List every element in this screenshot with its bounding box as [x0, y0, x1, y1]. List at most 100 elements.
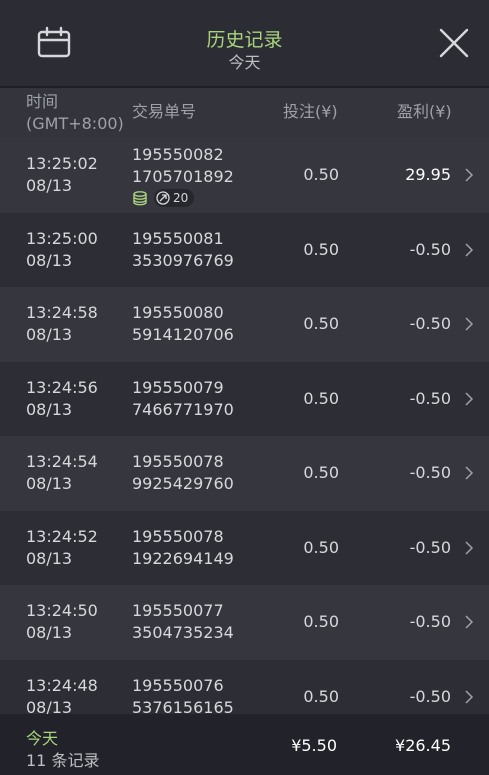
table-row[interactable]: 13:24:56 08/13 195550079 7466771970 0.50…	[0, 361, 489, 436]
row-id-line1: 195550077	[132, 601, 224, 620]
multiplier-icon	[156, 191, 170, 205]
row-bet: 0.50	[303, 165, 339, 184]
row-time: 13:25:00	[26, 228, 98, 248]
row-datetime: 13:24:58 08/13	[26, 302, 98, 346]
multiplier-badge: 20	[154, 189, 195, 207]
row-transaction-id: 195550076 5376156165	[132, 675, 234, 715]
row-id-line2: 5914120706	[132, 325, 234, 344]
row-datetime: 13:24:54 08/13	[26, 451, 98, 495]
row-date: 08/13	[26, 697, 73, 715]
row-profit: 29.95	[405, 165, 451, 184]
page-title: 历史记录	[206, 29, 283, 51]
row-transaction-id: 195550081 3530976769	[132, 228, 234, 272]
page-subtitle: 今天	[228, 53, 261, 72]
row-transaction-id: 195550078 9925429760	[132, 451, 234, 495]
row-datetime: 13:24:50 08/13	[26, 600, 98, 644]
row-profit: -0.50	[409, 612, 451, 631]
footer-profit-total: ¥26.45	[395, 736, 451, 755]
row-profit: -0.50	[409, 537, 451, 557]
row-id-line1: 195550082	[132, 145, 224, 164]
row-time: 13:24:58	[26, 303, 98, 322]
header-bar: 历史记录 今天	[0, 0, 489, 86]
chevron-right-icon	[465, 242, 474, 257]
row-bet: 0.50	[303, 239, 339, 259]
column-id: 交易单号	[132, 102, 197, 121]
row-id-line1: 195550078	[132, 452, 224, 471]
row-profit: -0.50	[409, 239, 451, 259]
row-time: 13:25:02	[26, 154, 98, 173]
table-row[interactable]: 13:24:52 08/13 195550078 1922694149 0.50…	[0, 510, 489, 585]
row-datetime: 13:24:56 08/13	[26, 377, 98, 421]
column-time-label: 时间	[26, 92, 59, 111]
row-id-line1: 195550079	[132, 377, 224, 397]
row-bet: 0.50	[303, 537, 339, 557]
column-header-row: 时间 (GMT+8:00) 交易单号 投注(¥) 盈利(¥)	[0, 86, 489, 138]
row-date: 08/13	[26, 623, 73, 642]
column-bet: 投注(¥)	[283, 102, 338, 121]
row-profit: -0.50	[409, 388, 451, 408]
close-button[interactable]	[437, 26, 471, 60]
chevron-right-icon	[465, 689, 474, 704]
row-id-line2: 3530976769	[132, 250, 234, 270]
row-profit: -0.50	[409, 686, 451, 706]
row-datetime: 13:25:02 08/13	[26, 153, 98, 197]
chevron-right-icon	[465, 317, 474, 331]
row-date: 08/13	[26, 399, 73, 419]
row-transaction-id: 195550082 1705701892	[132, 144, 234, 188]
column-time-zone: (GMT+8:00)	[26, 114, 124, 133]
row-bet: 0.50	[303, 314, 339, 333]
chevron-right-icon	[465, 168, 474, 182]
summary-footer: 今天 11 条记录 ¥5.50 ¥26.45	[0, 714, 489, 775]
row-transaction-id: 195550078 1922694149	[132, 526, 234, 570]
chevron-right-icon	[465, 615, 474, 629]
row-id-line1: 195550076	[132, 675, 224, 695]
row-bet: 0.50	[303, 686, 339, 706]
chevron-right-icon	[465, 391, 474, 406]
row-id-line2: 5376156165	[132, 697, 234, 715]
coin-stack-icon	[133, 191, 147, 206]
close-icon	[439, 28, 469, 58]
row-date: 08/13	[26, 474, 73, 493]
table-row[interactable]: 13:24:50 08/13 195550077 3504735234 0.50…	[0, 585, 489, 660]
row-datetime: 13:24:48 08/13	[26, 675, 98, 715]
chevron-right-icon	[465, 466, 474, 480]
row-id-line2: 7466771970	[132, 399, 234, 419]
table-row[interactable]: 13:24:58 08/13 195550080 5914120706 0.50…	[0, 287, 489, 362]
row-datetime: 13:25:00 08/13	[26, 228, 98, 272]
row-id-line2: 3504735234	[132, 623, 234, 642]
row-date: 08/13	[26, 176, 73, 195]
row-id-line2: 1922694149	[132, 548, 234, 568]
footer-record-count: 11 条记录	[26, 751, 100, 770]
row-time: 13:24:48	[26, 675, 98, 695]
chevron-right-icon	[465, 540, 474, 555]
row-id-line1: 195550078	[132, 526, 224, 546]
column-profit: 盈利(¥)	[397, 102, 452, 121]
row-id-line1: 195550080	[132, 303, 224, 322]
row-bet: 0.50	[303, 463, 339, 482]
footer-period: 今天	[26, 729, 59, 748]
footer-bet-total: ¥5.50	[291, 736, 337, 755]
row-id-line2: 9925429760	[132, 474, 234, 493]
row-badges: 20	[132, 189, 195, 207]
row-id-line1: 195550081	[132, 228, 224, 248]
row-bet: 0.50	[303, 388, 339, 408]
row-date: 08/13	[26, 548, 73, 568]
row-transaction-id: 195550079 7466771970	[132, 377, 234, 421]
table-row[interactable]: 13:24:48 08/13 195550076 5376156165 0.50…	[0, 659, 489, 715]
row-profit: -0.50	[409, 314, 451, 333]
row-date: 08/13	[26, 250, 73, 270]
row-time: 13:24:54	[26, 452, 98, 471]
row-date: 08/13	[26, 325, 73, 344]
table-row[interactable]: 13:25:02 08/13 195550082 1705701892 20 0…	[0, 138, 489, 213]
history-list[interactable]: 13:25:02 08/13 195550082 1705701892 20 0…	[0, 138, 489, 714]
row-transaction-id: 195550077 3504735234	[132, 600, 234, 644]
table-row[interactable]: 13:25:00 08/13 195550081 3530976769 0.50…	[0, 212, 489, 287]
row-time: 13:24:52	[26, 526, 98, 546]
row-datetime: 13:24:52 08/13	[26, 526, 98, 570]
row-transaction-id: 195550080 5914120706	[132, 302, 234, 346]
row-profit: -0.50	[409, 463, 451, 482]
row-id-line2: 1705701892	[132, 167, 234, 186]
row-time: 13:24:50	[26, 601, 98, 620]
row-bet: 0.50	[303, 612, 339, 631]
table-row[interactable]: 13:24:54 08/13 195550078 9925429760 0.50…	[0, 436, 489, 511]
